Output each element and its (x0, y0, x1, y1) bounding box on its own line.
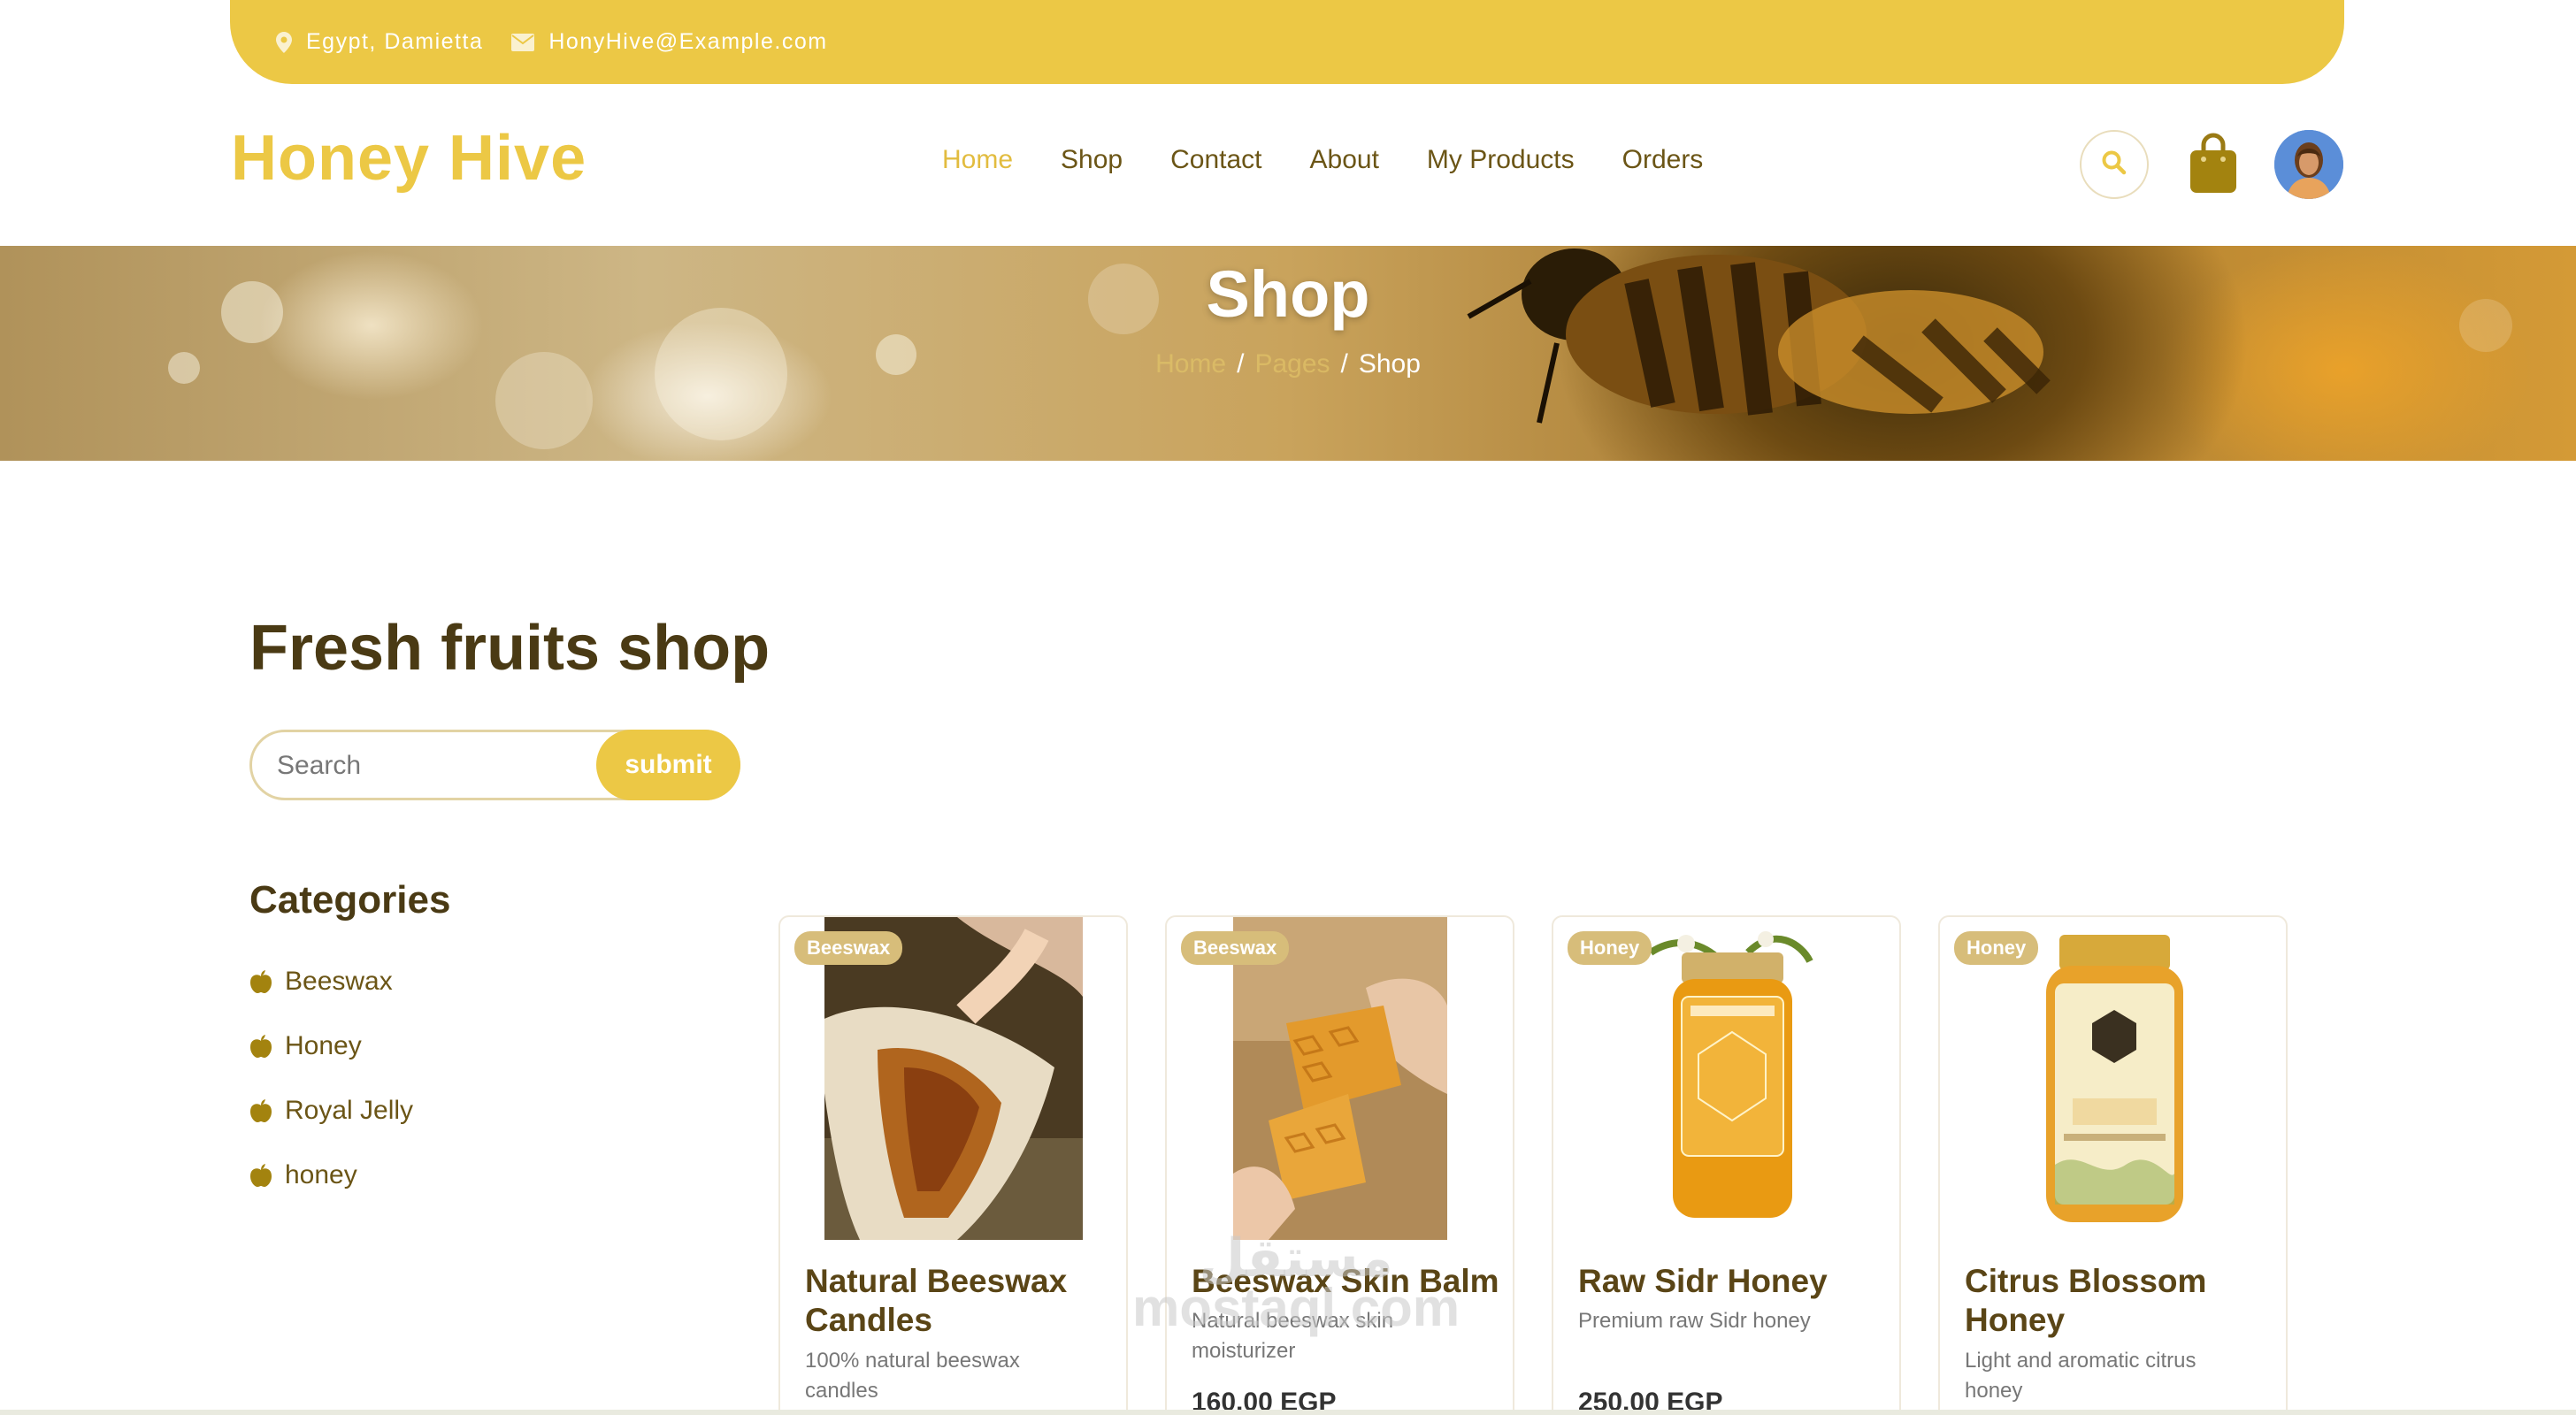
nav-contact[interactable]: Contact (1170, 145, 1261, 175)
category-badge: Beeswax (1181, 931, 1290, 965)
category-badge: Beeswax (794, 931, 903, 965)
brand-logo[interactable]: Honey Hive (231, 122, 586, 195)
breadcrumb-current: Shop (1358, 349, 1421, 379)
breadcrumb: Home / Pages / Shop (1155, 349, 1421, 379)
product-card[interactable]: Beeswax Beeswax Skin Balm Natural beeswa… (1165, 915, 1514, 1415)
category-label: Honey (285, 1030, 362, 1060)
search-icon (2101, 149, 2128, 180)
email-text[interactable]: HonyHive@Example.com (548, 29, 827, 55)
map-pin-icon (276, 31, 292, 53)
shopping-bag-icon (2189, 133, 2238, 198)
category-list: Beeswax Honey Royal Jelly honey (249, 949, 413, 1207)
shop-search-form: submit (249, 730, 740, 800)
category-badge: Honey (1568, 931, 1652, 965)
category-item-honey[interactable]: Honey (249, 1013, 413, 1078)
main-nav: Home Shop Contact About My Products Orde… (942, 145, 1703, 175)
apple-icon (249, 969, 272, 994)
location-text: Egypt, Damietta (306, 29, 484, 54)
envelope-icon (511, 33, 535, 51)
product-description: Premium raw Sidr honey (1578, 1309, 1811, 1333)
watermark-latin: mostaql.com (1132, 1278, 1460, 1337)
nav-home[interactable]: Home (942, 145, 1013, 175)
email-info[interactable]: HonyHive@Example.com (511, 29, 827, 55)
search-button[interactable] (2080, 130, 2149, 199)
category-label: Beeswax (285, 966, 393, 996)
nav-my-products[interactable]: My Products (1427, 145, 1575, 175)
apple-icon (249, 1098, 272, 1123)
watermark-arabic: مستقل (1199, 1228, 1393, 1288)
product-name[interactable]: Natural Beeswax Candles (805, 1262, 1119, 1340)
submit-button[interactable]: submit (596, 730, 740, 800)
category-item-beeswax[interactable]: Beeswax (249, 949, 413, 1013)
product-image-beeswax-balm (1233, 917, 1447, 1240)
user-avatar[interactable] (2274, 130, 2343, 199)
category-item-royal-jelly[interactable]: Royal Jelly (249, 1078, 413, 1143)
category-label: honey (285, 1159, 357, 1189)
nav-shop[interactable]: Shop (1061, 145, 1123, 175)
cart-button[interactable] (2189, 133, 2238, 195)
product-card[interactable]: Beeswax Natural Beeswax Candles 100% nat… (778, 915, 1128, 1415)
product-name[interactable]: Raw Sidr Honey (1578, 1262, 1892, 1301)
nav-orders[interactable]: Orders (1622, 145, 1704, 175)
bottom-divider (0, 1410, 2576, 1415)
banner-title: Shop (1206, 257, 1370, 331)
breadcrumb-home[interactable]: Home (1155, 349, 1226, 379)
watermark: مستقل mostaql.com (1132, 1228, 1460, 1337)
apple-icon (249, 1034, 272, 1059)
product-card[interactable]: Honey Citrus Blossom Honey Light and aro… (1938, 915, 2288, 1415)
product-card[interactable]: Honey Raw Sidr Honey Premium raw Sidr ho… (1552, 915, 1901, 1415)
top-info-bar: Egypt, Damietta HonyHive@Example.com (230, 0, 2344, 84)
category-label: Royal Jelly (285, 1095, 414, 1125)
category-badge: Honey (1954, 931, 2039, 965)
page-heading: Fresh fruits shop (249, 613, 770, 684)
category-item-honey-lowercase[interactable]: honey (249, 1143, 413, 1207)
product-image-citrus-honey (2020, 917, 2210, 1240)
location-info: Egypt, Damietta (276, 29, 483, 55)
product-name[interactable]: Citrus Blossom Honey (1965, 1262, 2279, 1340)
nav-about[interactable]: About (1310, 145, 1379, 175)
product-image-sidr-honey (1633, 917, 1823, 1240)
product-description: Light and aromatic citrus honey (1965, 1349, 2196, 1403)
search-input[interactable] (277, 745, 569, 787)
product-image-beeswax-candles (824, 917, 1083, 1240)
categories-title: Categories (249, 878, 451, 922)
product-description: 100% natural beeswax candles (805, 1349, 1020, 1403)
breadcrumb-pages[interactable]: Pages (1254, 349, 1330, 379)
apple-icon (249, 1163, 272, 1188)
